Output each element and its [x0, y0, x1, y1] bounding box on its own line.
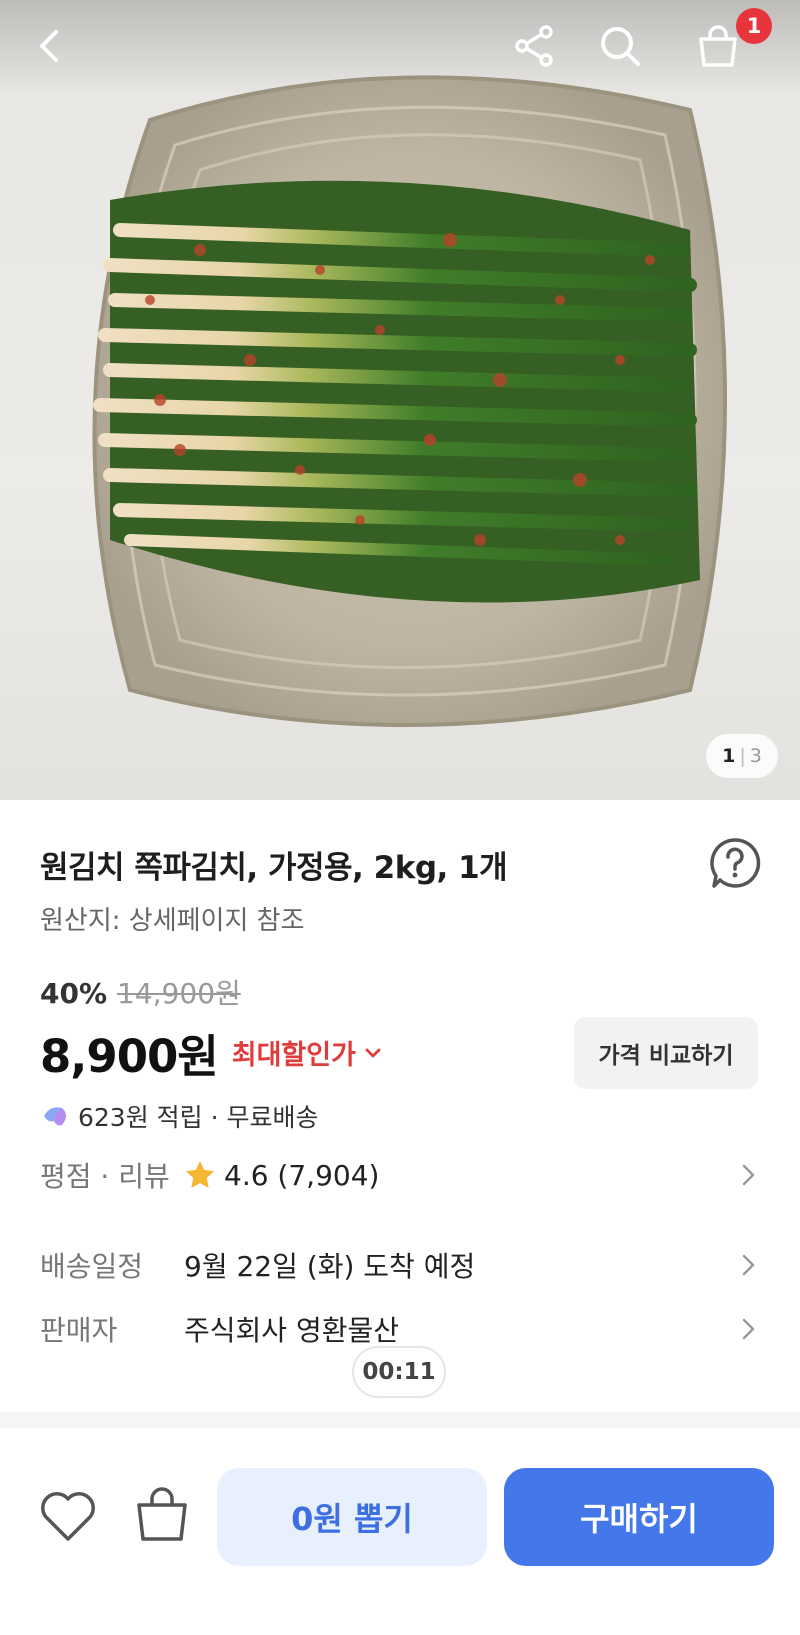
sale-price: 8,900원 [40, 1030, 219, 1083]
chevron-right-icon [742, 1164, 755, 1186]
rating-review-row[interactable]: 평점 · 리뷰 4.6 (7,904) [40, 1150, 760, 1200]
product-image-gallery[interactable]: 1 1 | 3 [0, 0, 800, 800]
shopping-bag-icon [699, 25, 737, 67]
question-bubble-icon [710, 838, 761, 888]
help-button[interactable] [708, 836, 762, 890]
delivery-schedule-row[interactable]: 배송일정 9월 22일 (화) 도착 예정 [40, 1240, 760, 1290]
buy-now-button[interactable]: 구매하기 [504, 1468, 774, 1566]
countdown-timer: 00:11 [352, 1346, 446, 1398]
chevron-right-icon [742, 1318, 755, 1340]
product-title: 원김치 쪽파김치, 가정용, 2kg, 1개 [40, 850, 508, 886]
chevron-down-icon [365, 1048, 381, 1057]
share-button[interactable] [506, 18, 562, 74]
back-button[interactable] [22, 18, 78, 74]
delivery-value: 9월 22일 (화) 도착 예정 [184, 1250, 476, 1283]
shopping-bag-icon [137, 1487, 187, 1541]
add-to-cart-button[interactable] [130, 1483, 194, 1547]
discount-rate: 40% [40, 977, 108, 1010]
bottom-action-bar: 0원 뽑기 구매하기 [0, 1428, 800, 1635]
pager-current: 1 [722, 745, 736, 767]
search-icon [601, 27, 640, 66]
rating-value: 4.6 (7,904) [224, 1158, 380, 1192]
cart-count-badge: 1 [736, 8, 772, 44]
max-discount-toggle[interactable]: 최대할인가 [232, 1033, 382, 1072]
original-price: 14,900원 [117, 977, 241, 1010]
delivery-label: 배송일정 [40, 1250, 144, 1283]
origin-text: 원산지: 상세페이지 참조 [40, 906, 305, 936]
section-divider [0, 1412, 800, 1428]
wishlist-button[interactable] [36, 1485, 100, 1549]
share-icon [515, 25, 553, 67]
rating-label: 평점 · 리뷰 [40, 1160, 170, 1193]
product-photo [92, 75, 727, 727]
seller-value: 주식회사 영환물산 [184, 1314, 399, 1347]
price-compare-button[interactable]: 가격 비교하기 [574, 1017, 758, 1089]
image-pager: 1 | 3 [706, 734, 778, 778]
pager-separator: | [739, 745, 746, 767]
chevron-right-icon [742, 1254, 755, 1276]
star-icon [186, 1161, 214, 1188]
search-button[interactable] [592, 18, 648, 74]
reward-text: 623원 적립 · 무료배송 [78, 1103, 319, 1132]
price-row: 8,900원 최대할인가 [40, 1020, 382, 1085]
chevron-left-icon [40, 30, 58, 62]
zero-won-pick-button[interactable]: 0원 뽑기 [217, 1468, 487, 1566]
pager-total: 3 [749, 745, 762, 767]
discount-row: 40% 14,900원 [40, 972, 241, 1012]
top-navigation-bar: 1 [0, 0, 800, 100]
coupang-cash-icon [44, 1107, 66, 1126]
reward-row: 623원 적립 · 무료배송 [40, 1098, 319, 1134]
seller-label: 판매자 [40, 1314, 118, 1347]
heart-icon [41, 1492, 95, 1541]
max-discount-label: 최대할인가 [231, 1040, 356, 1071]
